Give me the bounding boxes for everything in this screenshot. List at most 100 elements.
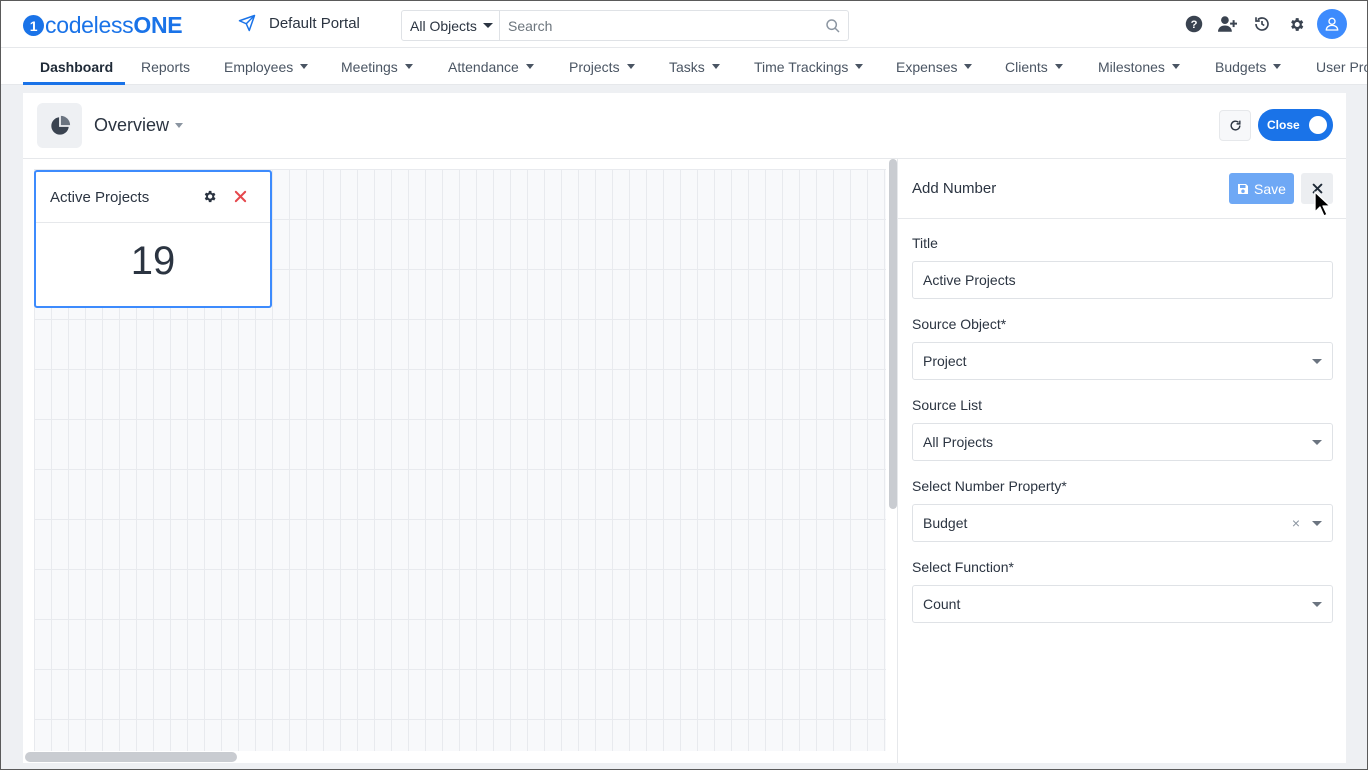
caret-down-icon [482, 23, 493, 28]
logo-mark: 1 [23, 15, 44, 36]
number-property-label: Select Number Property* [912, 478, 1067, 494]
nav-meetings[interactable]: Meetings [341, 48, 413, 84]
search-scope-label: All Objects [410, 17, 477, 34]
remove-widget-icon[interactable] [234, 190, 247, 208]
nav-milestones[interactable]: Milestones [1098, 48, 1180, 84]
source-list-select[interactable]: All Projects [912, 423, 1333, 461]
chevron-down-icon [711, 64, 720, 69]
search-input[interactable] [500, 11, 818, 40]
nav-label: Tasks [669, 58, 705, 75]
nav-clients[interactable]: Clients [1005, 48, 1063, 84]
chevron-down-icon [855, 64, 864, 69]
number-property-select[interactable]: Budget × [912, 504, 1333, 542]
dashboard-toolbar [23, 93, 1346, 159]
header-actions: ? [1177, 9, 1347, 39]
source-list-value: All Projects [923, 434, 994, 450]
widget-title: Active Projects [50, 188, 150, 206]
chevron-down-icon [964, 64, 973, 69]
chevron-down-icon [1273, 64, 1282, 69]
nav-label: Time Trackings [754, 58, 849, 75]
close-edit-toggle[interactable]: Close [1258, 109, 1333, 141]
help-icon[interactable]: ? [1177, 9, 1211, 39]
app-logo[interactable]: 1 codeless ONE [23, 12, 183, 39]
chevron-down-icon [300, 64, 309, 69]
nav-budgets[interactable]: Budgets [1215, 48, 1282, 84]
logo-prefix: codeless [45, 12, 134, 38]
floppy-disk-icon [1238, 183, 1249, 194]
source-object-value: Project [923, 353, 967, 369]
gear-icon[interactable] [202, 189, 217, 209]
chevron-down-icon [525, 64, 534, 69]
nav-label: Dashboard [40, 58, 114, 75]
chevron-down-icon [626, 64, 635, 69]
nav-label: Attendance [448, 58, 519, 75]
portal-name: Default Portal [269, 14, 360, 32]
refresh-button[interactable] [1219, 110, 1251, 141]
logo-suffix: ONE [133, 12, 183, 38]
widget-value: 19 [130, 239, 176, 283]
nav-label: Milestones [1098, 58, 1165, 75]
nav-expenses[interactable]: Expenses [896, 48, 973, 84]
horizontal-scrollbar[interactable] [25, 752, 237, 762]
toggle-knob [1309, 116, 1327, 134]
portal-switcher[interactable]: Default Portal [238, 14, 360, 32]
global-search: All Objects [401, 10, 849, 41]
pie-chart-icon [37, 103, 82, 148]
function-label: Select Function* [912, 559, 1014, 575]
toggle-label: Close [1267, 118, 1300, 132]
main-nav: Dashboard Reports Employees Meetings Att… [1, 48, 1367, 85]
save-button[interactable]: Save [1229, 173, 1294, 204]
clear-icon[interactable]: × [1292, 515, 1300, 531]
chevron-down-icon [1054, 64, 1063, 69]
nav-label: User Pro [1316, 58, 1367, 75]
nav-label: Employees [224, 58, 294, 75]
function-value: Count [923, 596, 961, 612]
search-scope-select[interactable]: All Objects [402, 11, 500, 40]
nav-attendance[interactable]: Attendance [448, 48, 534, 84]
caret-down-icon [1312, 359, 1322, 364]
history-icon[interactable] [1245, 9, 1279, 39]
vertical-scrollbar[interactable] [889, 159, 897, 509]
nav-projects[interactable]: Projects [569, 48, 635, 84]
nav-user-profiles[interactable]: User Pro [1316, 48, 1367, 84]
caret-down-icon [1312, 521, 1322, 526]
caret-down-icon [175, 123, 184, 128]
nav-reports[interactable]: Reports [141, 48, 191, 84]
nav-tasks[interactable]: Tasks [669, 48, 720, 84]
save-label: Save [1254, 180, 1286, 197]
source-object-label: Source Object* [912, 316, 1007, 332]
refresh-icon [1229, 120, 1241, 131]
nav-label: Meetings [341, 58, 398, 75]
svg-text:?: ? [1191, 19, 1198, 31]
panel-title: Add Number [912, 180, 997, 197]
nav-employees[interactable]: Employees [224, 48, 309, 84]
user-avatar-icon[interactable] [1317, 9, 1347, 39]
source-object-select[interactable]: Project [912, 342, 1333, 380]
chevron-down-icon [404, 64, 413, 69]
add-user-icon[interactable] [1211, 9, 1245, 39]
caret-down-icon [1312, 602, 1322, 607]
nav-label: Expenses [896, 58, 958, 75]
nav-label: Reports [141, 58, 191, 75]
function-select[interactable]: Count [912, 585, 1333, 623]
nav-time-trackings[interactable]: Time Trackings [754, 48, 864, 84]
title-input[interactable] [912, 261, 1333, 299]
nav-label: Projects [569, 58, 620, 75]
nav-label: Budgets [1215, 58, 1267, 75]
source-list-label: Source List [912, 397, 983, 413]
widget-header: Active Projects [36, 172, 270, 223]
mouse-pointer-icon [1314, 191, 1331, 222]
add-number-panel [897, 159, 1346, 763]
dashboard-title: Overview [94, 115, 170, 135]
search-icon[interactable] [818, 18, 848, 34]
number-property-value: Budget [923, 515, 968, 531]
title-label: Title [912, 235, 938, 251]
chevron-down-icon [1171, 64, 1180, 69]
nav-dashboard[interactable]: Dashboard [40, 48, 114, 84]
dashboard-title-select[interactable]: Overview [94, 115, 184, 136]
settings-icon[interactable] [1279, 9, 1313, 39]
paper-plane-icon [238, 14, 256, 32]
top-header: 1 codeless ONE Default Portal All Objects… [1, 1, 1367, 48]
number-widget[interactable]: Active Projects 19 [34, 170, 272, 308]
nav-label: Clients [1005, 58, 1048, 75]
